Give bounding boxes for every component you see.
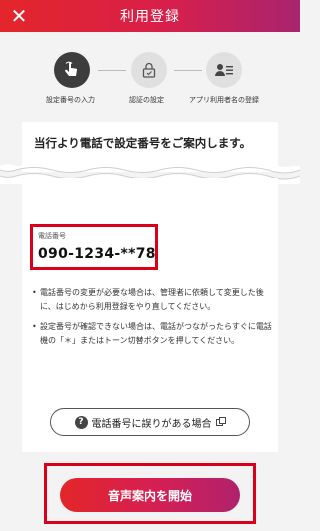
notes-list: 電話番号の変更が必要な場合は、管理者に依頼して変更した後に、はじめから利用登録を…	[32, 286, 272, 354]
note-item: 設定番号が確認できない場合は、電話がつながったらすぐに電話機の「＊」またはトーン…	[32, 320, 272, 348]
note-item: 電話番号の変更が必要な場合は、管理者に依頼して変更した後に、はじめから利用登録を…	[32, 286, 272, 314]
phone-label: 電話番号	[38, 232, 66, 240]
user-list-icon	[206, 52, 242, 88]
step-connector	[174, 70, 202, 71]
step-indicator: 設定番号の入力 認証の設定 アプリ利用者名の登録	[0, 42, 300, 112]
step-label-input: 設定番号の入力	[46, 96, 95, 104]
phone-number-box: 電話番号 090-1234-**78	[30, 224, 158, 270]
external-window-icon	[215, 417, 226, 427]
lock-icon	[131, 52, 167, 88]
tap-hand-icon	[54, 52, 90, 88]
app-header: ✕ 利用登録	[0, 0, 300, 32]
step-connector	[98, 70, 126, 71]
wrong-number-button[interactable]: ? 電話番号に誤りがある場合	[50, 408, 250, 436]
step-label-username: アプリ利用者名の登録	[189, 96, 259, 104]
wrong-number-label: 電話番号に誤りがある場合	[91, 418, 212, 430]
step-label-auth: 認証の設定	[129, 96, 164, 104]
start-voice-guidance-button[interactable]: 音声案内を開始	[60, 478, 240, 512]
phone-number: 090-1234-**78	[38, 246, 156, 262]
page-title: 利用登録	[120, 9, 180, 25]
close-icon[interactable]: ✕	[8, 5, 30, 27]
guidance-message: 当行より電話で設定番号をご案内します。	[34, 136, 252, 150]
question-icon: ?	[74, 415, 88, 429]
